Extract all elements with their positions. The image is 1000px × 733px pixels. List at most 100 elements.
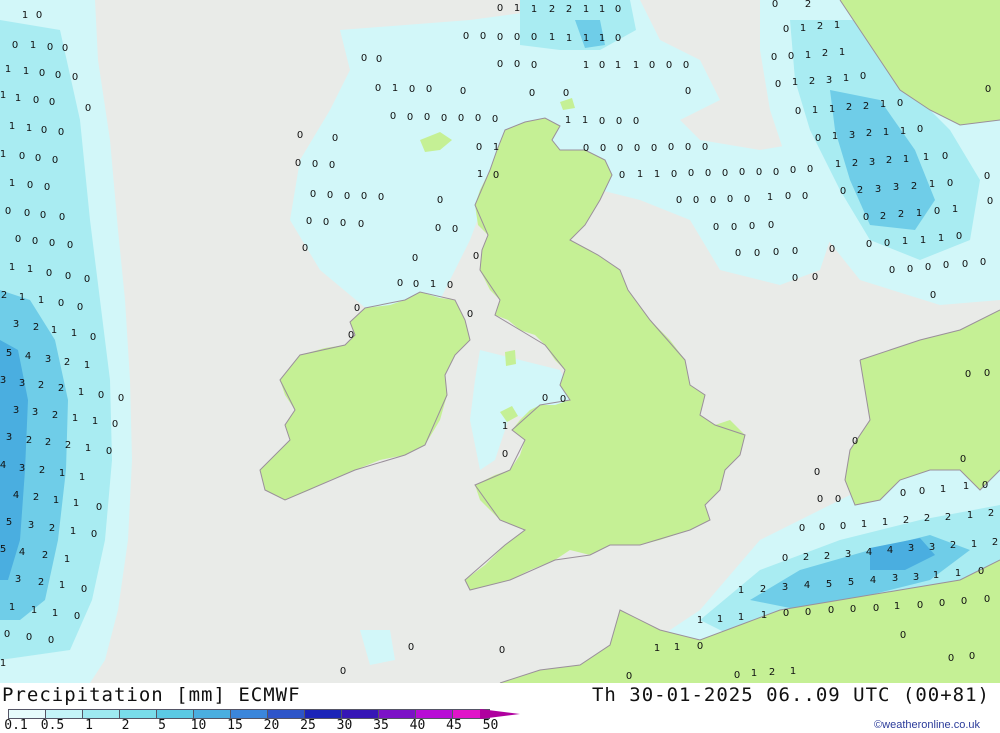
precip-value: 3 (845, 549, 851, 560)
precip-value: 0 (969, 651, 975, 662)
precip-value: 0 (297, 130, 303, 141)
precip-value: 1 (9, 178, 15, 189)
precip-value: 3 (28, 520, 34, 531)
precip-value: 0 (81, 584, 87, 595)
source-credit[interactable]: ©weatheronline.co.uk (874, 719, 980, 731)
precip-value: 0 (397, 278, 403, 289)
precip-value: 2 (760, 584, 766, 595)
precip-value: 0 (85, 103, 91, 114)
precip-value: 0 (817, 494, 823, 505)
precip-value: 0 (863, 212, 869, 223)
precip-value: 3 (849, 130, 855, 141)
precip-value: 2 (33, 322, 39, 333)
precip-value: 0 (792, 273, 798, 284)
precip-value: 0 (348, 330, 354, 341)
precip-value: 1 (531, 4, 537, 15)
precip-value: 1 (761, 610, 767, 621)
precip-value: 2 (898, 209, 904, 220)
precip-value: 0 (460, 86, 466, 97)
precip-value: 2 (817, 21, 823, 32)
precip-value: 0 (35, 153, 41, 164)
precip-value: 3 (929, 542, 935, 553)
precip-value: 2 (824, 551, 830, 562)
precip-value: 1 (30, 40, 36, 51)
precip-value: 1 (549, 32, 555, 43)
precip-value: 0 (376, 54, 382, 65)
precip-value: 1 (920, 235, 926, 246)
precip-value: 1 (64, 554, 70, 565)
precip-value: 0 (783, 24, 789, 35)
precip-value: 1 (938, 233, 944, 244)
legend-label: 30 (336, 718, 353, 733)
precip-value: 1 (633, 60, 639, 71)
precip-value: 0 (947, 178, 953, 189)
precip-value: 0 (939, 598, 945, 609)
precip-value: 0 (615, 33, 621, 44)
precip-value: 1 (933, 570, 939, 581)
precip-value: 1 (717, 614, 723, 625)
precip-value: 0 (480, 31, 486, 42)
precip-value: 0 (74, 611, 80, 622)
precip-value: 0 (815, 133, 821, 144)
precip-value: 0 (987, 196, 993, 207)
precip-value: 1 (792, 77, 798, 88)
precip-value: 0 (441, 113, 447, 124)
precip-value: 0 (560, 394, 566, 405)
precip-value: 0 (358, 219, 364, 230)
precip-value: 0 (802, 191, 808, 202)
precip-value: 1 (493, 142, 499, 153)
precip-value: 1 (583, 60, 589, 71)
precip-value: 1 (5, 64, 11, 75)
precip-value: 3 (45, 354, 51, 365)
precip-value: 1 (38, 295, 44, 306)
precip-value: 0 (782, 553, 788, 564)
precip-value: 1 (835, 159, 841, 170)
precip-value: 0 (772, 0, 778, 10)
precip-value: 1 (923, 152, 929, 163)
precip-value: 3 (13, 319, 19, 330)
precip-value: 0 (900, 630, 906, 641)
precip-value: 0 (583, 143, 589, 154)
precip-value: 0 (889, 265, 895, 276)
precip-value: 4 (804, 580, 810, 591)
precip-value: 1 (31, 605, 37, 616)
precip-value: 0 (934, 206, 940, 217)
precip-value: 0 (340, 666, 346, 677)
precip-value: 1 (15, 93, 21, 104)
precip-value: 0 (754, 248, 760, 259)
precip-value: 0 (705, 168, 711, 179)
precip-value: 1 (697, 615, 703, 626)
legend-label: 35 (373, 718, 389, 733)
precip-value: 1 (392, 83, 398, 94)
precip-value: 0 (773, 167, 779, 178)
precip-value: 1 (52, 608, 58, 619)
precip-value: 1 (502, 421, 508, 432)
precip-value: 0 (702, 142, 708, 153)
precip-value: 0 (332, 133, 338, 144)
precip-value: 3 (15, 574, 21, 585)
precip-value: 0 (749, 221, 755, 232)
legend-label: 20 (263, 718, 280, 733)
precip-value: 5 (826, 579, 832, 590)
precip-value: 2 (809, 76, 815, 87)
precip-value: 0 (930, 290, 936, 301)
precip-value: 4 (19, 547, 25, 558)
precip-value: 1 (85, 443, 91, 454)
precip-value: 0 (685, 86, 691, 97)
precip-value: 0 (814, 467, 820, 478)
precip-value: 1 (767, 192, 773, 203)
precip-value: 2 (924, 513, 930, 524)
precip-value: 2 (39, 465, 45, 476)
precip-value: 2 (49, 523, 55, 534)
precip-value: 0 (412, 253, 418, 264)
precip-value: 0 (599, 60, 605, 71)
precip-value: 2 (38, 380, 44, 391)
precip-value: 0 (302, 243, 308, 254)
map-title: Precipitation [mm] ECMWF (2, 684, 301, 706)
precip-value: 3 (32, 407, 38, 418)
precip-value: 1 (23, 66, 29, 77)
precip-value: 0 (771, 52, 777, 63)
precip-value: 0 (835, 494, 841, 505)
precip-value: 2 (886, 155, 892, 166)
precip-value: 1 (566, 33, 572, 44)
